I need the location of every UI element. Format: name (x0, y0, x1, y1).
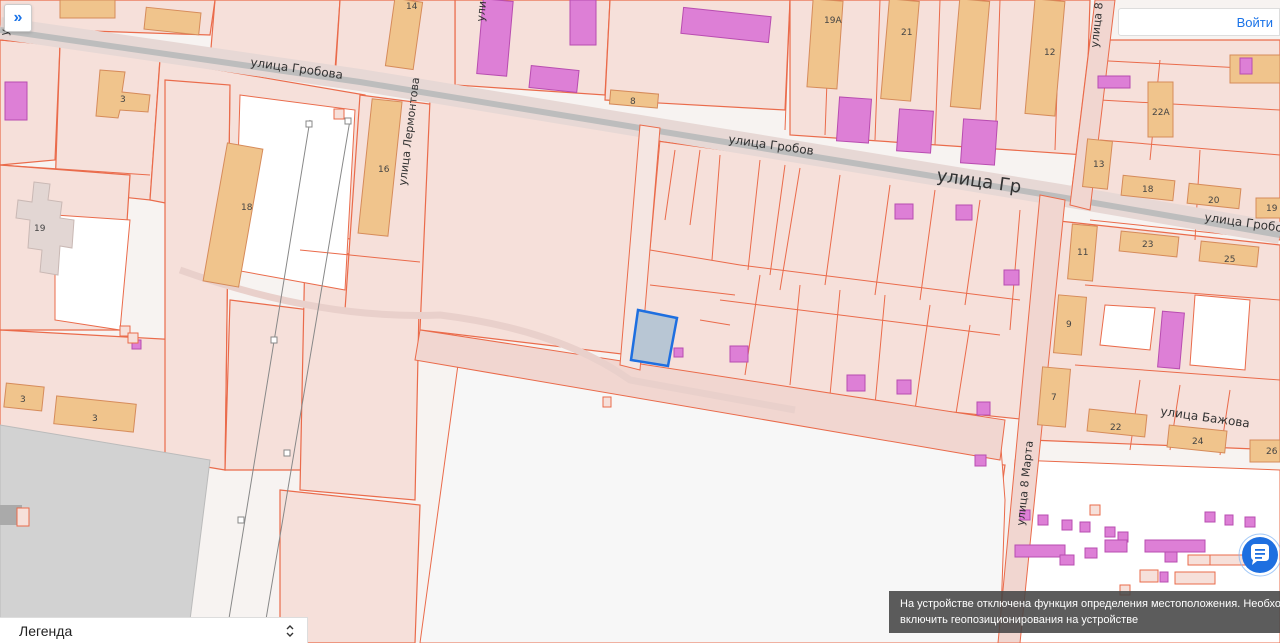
building-number: 14 (406, 2, 418, 12)
building-number: 20 (1208, 196, 1220, 206)
building-number: 19А (824, 16, 842, 26)
legend-label: Легенда (19, 622, 73, 639)
selected-parcel[interactable] (629, 308, 679, 368)
login-button[interactable]: Войти (1118, 8, 1280, 36)
building-number: 3 (120, 95, 126, 105)
double-chevron-right-icon: » (13, 9, 23, 26)
notification-line-2: включить геопозиционирования на устройст… (900, 614, 1139, 626)
building-number: 22 (1110, 423, 1121, 433)
street-label-stub-mid: ули (474, 0, 489, 22)
building-number: 19 (34, 224, 46, 234)
building-number: 3 (92, 414, 98, 424)
geolocation-notification: На устройстве отключена функция определе… (889, 591, 1280, 633)
building-number: 26 (1266, 447, 1278, 457)
building-number: 18 (1142, 185, 1154, 195)
building-number: 22А (1152, 108, 1170, 118)
building-number: 3 (20, 395, 26, 405)
expand-panel-button[interactable]: » (4, 4, 32, 32)
building-number: 23 (1142, 240, 1153, 250)
building-number: 25 (1224, 255, 1235, 265)
building-number: 21 (901, 28, 912, 38)
building-number: 24 (1192, 437, 1204, 447)
building-number: 11 (1077, 248, 1088, 258)
building-number: 13 (1093, 160, 1104, 170)
building-number: 9 (1066, 320, 1072, 330)
building-number: 19 (1266, 204, 1278, 214)
chat-button[interactable] (1238, 533, 1280, 577)
building-number: 18 (241, 203, 253, 213)
building-number: 8 (630, 97, 636, 107)
cadastral-map[interactable]: улица Гробова улица Гробов улица Гр улиц… (0, 0, 1280, 643)
notification-line-1: На устройстве отключена функция определе… (900, 598, 1280, 610)
legend-toggle[interactable]: Легенда (0, 617, 308, 643)
updown-chevron-icon (286, 624, 294, 637)
industrial-zone (0, 424, 211, 621)
building-number: 16 (378, 165, 390, 175)
building-number: 12 (1044, 48, 1055, 58)
building-number: 7 (1051, 393, 1057, 403)
